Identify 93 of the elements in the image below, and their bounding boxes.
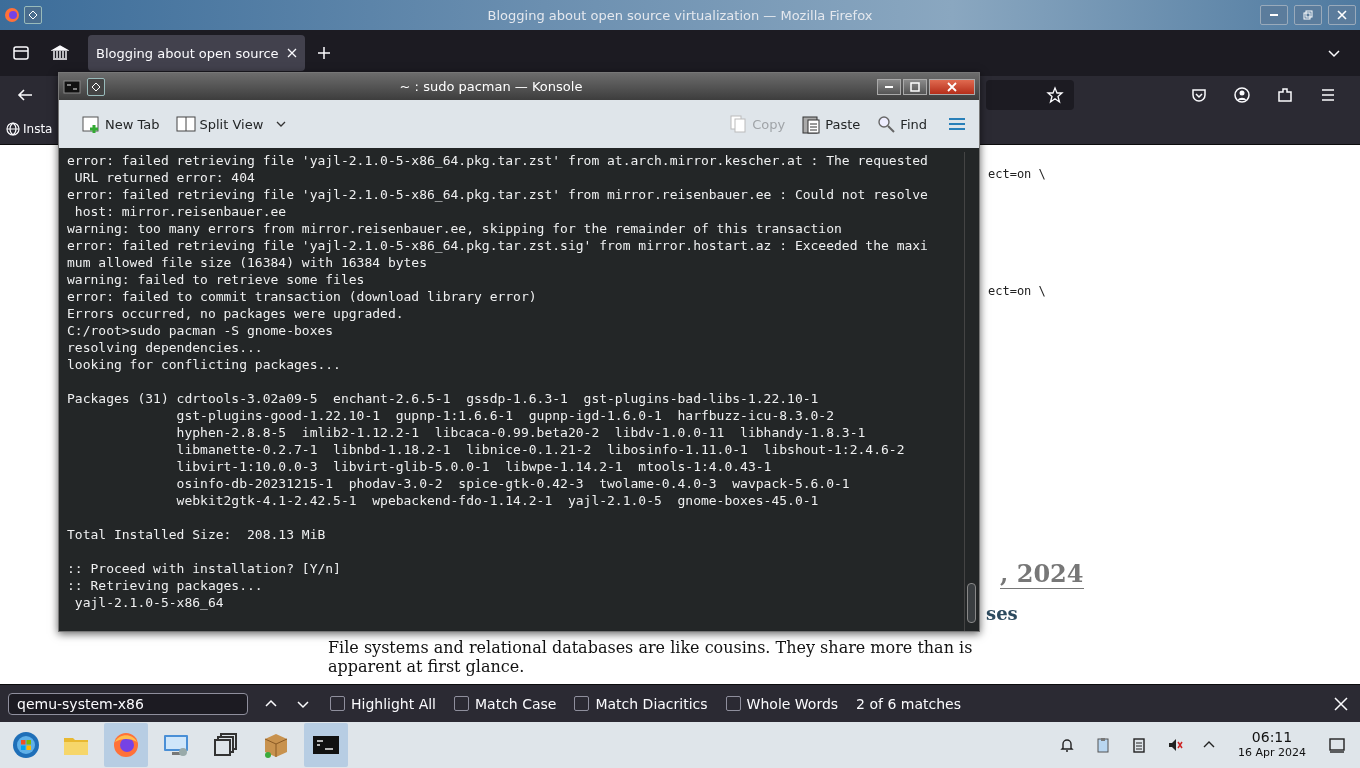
document-icon[interactable] bbox=[1130, 736, 1148, 754]
scrollbar-thumb[interactable] bbox=[967, 583, 976, 623]
new-tab-icon[interactable] bbox=[316, 46, 331, 60]
terminal-line: libvirt-1:10.0.0-3 libvirt-glib-5.0.0-1 libwpe-1.14.2-1 mtools-1:4.0.43-1 bbox=[175, 459, 772, 474]
terminal-line: error: failed retrieving file 'yajl-2.1.0-5-x86_64.pkg.tar.zst' from mirror.reisenbauer.ee : Could not resolve bbox=[67, 187, 928, 202]
checkbox-label[interactable]: Whole Words bbox=[746, 695, 839, 712]
start-orb-icon bbox=[11, 730, 41, 760]
checkbox[interactable] bbox=[574, 696, 590, 711]
close-icon bbox=[947, 81, 957, 92]
post-paragraph: File systems and relational databases are like cousins. They share more than is apparent at first glance. bbox=[328, 638, 974, 676]
library-icon[interactable] bbox=[51, 44, 69, 62]
checkbox[interactable] bbox=[330, 696, 345, 711]
paste-button[interactable]: Paste bbox=[797, 110, 865, 138]
browser-tab[interactable]: Blogging about open source bbox=[88, 35, 305, 71]
maximize-icon bbox=[910, 81, 920, 92]
terminal-line: Errors occurred, no packages were upgraded. bbox=[67, 306, 404, 321]
search-icon bbox=[876, 114, 897, 134]
clock-time: 06:11 bbox=[1251, 730, 1293, 745]
menu-icon[interactable] bbox=[1319, 86, 1337, 104]
post-subtitle: ses bbox=[986, 603, 1018, 624]
diamond-icon bbox=[91, 81, 101, 92]
terminal-line: mum allowed file size (16384) with 16384 bytes bbox=[67, 255, 428, 270]
minimize-icon bbox=[885, 85, 893, 88]
terminal-line: :: Proceed with installation? [Y/n] bbox=[67, 561, 341, 576]
minimize-button[interactable] bbox=[877, 78, 901, 95]
extensions-icon[interactable] bbox=[1276, 86, 1294, 104]
terminal-line: looking for conflicting packages... bbox=[67, 357, 341, 372]
terminal-line: warning: failed to retrieve some files bbox=[67, 272, 365, 287]
restore-button[interactable] bbox=[1294, 5, 1322, 25]
diamond-icon bbox=[28, 10, 38, 20]
checkbox[interactable] bbox=[725, 696, 741, 711]
checkbox[interactable] bbox=[454, 696, 469, 711]
code-line: ect=on \ bbox=[988, 167, 1047, 181]
minimize-button[interactable] bbox=[1260, 5, 1288, 25]
checkbox-label[interactable]: Highlight All bbox=[351, 695, 436, 712]
terminal-line: Total Installed Size: 208.13 MiB bbox=[67, 527, 326, 542]
find-field[interactable]: qemu-system-x86 bbox=[8, 692, 248, 715]
terminal-line: error: failed retrieving file 'yajl-2.1.0-5-x86_64.pkg.tar.zst.sig' from mirror.hostart.az : Exceeded the maxi bbox=[67, 238, 928, 253]
firefox-task-button[interactable] bbox=[104, 723, 148, 767]
terminal-task-button[interactable] bbox=[304, 723, 348, 767]
terminal-line: C:/root>sudo pacman -S gnome-boxes bbox=[67, 323, 334, 338]
minimize-icon bbox=[1270, 14, 1278, 16]
window-menu-button[interactable] bbox=[24, 6, 42, 24]
find-button[interactable]: Find bbox=[872, 110, 931, 138]
new-tab-button[interactable]: New Tab bbox=[77, 110, 164, 138]
firefox-icon bbox=[111, 730, 141, 760]
terminal-line: libmanette-0.2.7-1 libnbd-1.18.2-1 libnice-0.1.21-2 libosinfo-1.11.0-1 libshout-1:2.4.6-2 bbox=[175, 442, 905, 457]
firefox-icon bbox=[4, 7, 20, 23]
terminal-line: gst-plugins-good-1.22.10-1 gupnp-1:1.6.6-1 gupnp-igd-1.6.0-1 harfbuzz-icu-8.3.0-2 bbox=[175, 408, 834, 423]
close-button[interactable] bbox=[1328, 5, 1356, 25]
terminal-line: webkit2gtk-4.1-2.42.5-1 wpebackend-fdo-1.14.2-1 yajl-2.1.0-5 gnome-boxes-45.0-1 bbox=[175, 493, 819, 508]
notification-icon[interactable] bbox=[1058, 736, 1076, 754]
code-line: ect=on \ bbox=[988, 284, 1047, 298]
star-icon[interactable] bbox=[1046, 86, 1064, 104]
maximize-button[interactable] bbox=[903, 78, 927, 95]
account-icon[interactable] bbox=[1233, 86, 1251, 104]
pocket-icon[interactable] bbox=[1190, 86, 1208, 104]
terminal-line: URL returned error: 404 bbox=[73, 170, 255, 185]
terminal-line: resolving dependencies... bbox=[67, 340, 263, 355]
restore-icon bbox=[1303, 10, 1313, 20]
terminal-line: hyphen-2.8.8-5 imlib2-1.12.2-1 libcaca-0.99.beta20-2 libdv-1.0.0-11 libhandy-1.8.3-1 bbox=[175, 425, 866, 440]
terminal-line: error: failed retrieving file 'yajl-2.1.0-5-x86_64.pkg.tar.zst' from at.arch.mirror.kescher.at : The requested bbox=[67, 153, 928, 168]
new-tab-icon bbox=[81, 114, 101, 134]
globe-icon bbox=[6, 122, 20, 136]
bookmark-item[interactable]: Insta bbox=[6, 122, 53, 136]
terminal-line: warning: too many errors from mirror.reisenbauer.ee, skipping for the remainder of this transaction bbox=[67, 221, 842, 236]
checkbox-label[interactable]: Match Diacritics bbox=[595, 695, 708, 712]
close-button[interactable] bbox=[929, 78, 975, 95]
split-view-icon bbox=[175, 114, 196, 134]
match-count: 2 of 6 matches bbox=[856, 695, 961, 712]
window-menu-button[interactable] bbox=[87, 77, 105, 96]
firefox-view-icon[interactable] bbox=[12, 44, 30, 62]
terminal-line: Packages (31) cdrtools-3.02a09-5 enchant-2.6.5-1 gssdp-1.6.3-1 gst-plugins-bad-libs-1.22.10-1 bbox=[67, 391, 819, 406]
terminal-line: osinfo-db-20231215-1 phodav-3.0-2 spice-gtk-0.42-3 twolame-0.4.0-3 wavpack-5.6.0-1 bbox=[175, 476, 850, 491]
close-icon[interactable] bbox=[286, 48, 297, 58]
terminal-line: host: mirror.reisenbauer.ee bbox=[73, 204, 287, 219]
clock-date: 16 Apr 2024 bbox=[1238, 745, 1306, 760]
terminal-line: yajl-2.1.0-5-x86_64 bbox=[73, 595, 224, 610]
terminal-line: error: failed to commit transaction (download library error) bbox=[67, 289, 537, 304]
clipboard-icon bbox=[801, 114, 822, 134]
show-desktop-icon[interactable] bbox=[1328, 736, 1346, 754]
terminal-line: :: Retrieving packages... bbox=[67, 578, 263, 593]
post-title[interactable]: , 2024 bbox=[1000, 559, 1084, 589]
close-icon bbox=[1337, 10, 1347, 20]
close-icon[interactable] bbox=[1334, 696, 1348, 711]
split-view-button[interactable]: Split View bbox=[171, 110, 268, 138]
checkbox-label[interactable]: Match Case bbox=[475, 695, 557, 712]
terminal-icon[interactable] bbox=[63, 79, 81, 94]
window-title: Blogging about open source virtualization — Mozilla Firefox bbox=[486, 7, 874, 23]
clipboard-icon[interactable] bbox=[1094, 736, 1112, 754]
copy-icon bbox=[728, 114, 749, 134]
window-title: ~ : sudo pacman — Konsole bbox=[398, 79, 584, 94]
address-field[interactable] bbox=[986, 80, 1074, 110]
